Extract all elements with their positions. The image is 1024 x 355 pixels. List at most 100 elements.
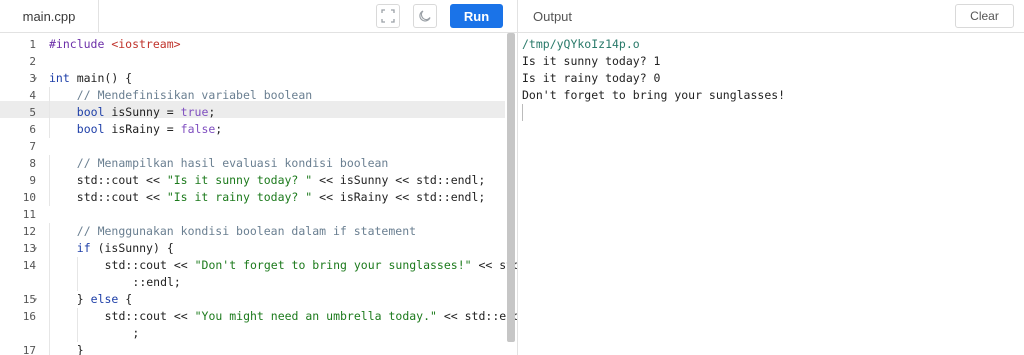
code-line[interactable]: std::cout << "You might need an umbrella…	[105, 308, 517, 325]
code-token: bool	[76, 122, 105, 136]
code-line[interactable]: ;	[132, 325, 139, 342]
fold-toggle-icon[interactable]: ▾	[33, 291, 38, 308]
code-line[interactable]: if (isSunny) {	[77, 240, 174, 257]
indent-guide	[49, 325, 50, 342]
line-number: 8	[29, 157, 36, 170]
indent-guide	[49, 308, 50, 325]
code-token: isRainy =	[104, 122, 181, 136]
indent-guide	[49, 274, 50, 291]
code-token: // Mendefinisikan variabel boolean	[76, 88, 313, 102]
code-token: std::cout <<	[104, 258, 195, 272]
indent-guide	[49, 342, 50, 355]
code-line[interactable]: ::endl;	[132, 274, 180, 291]
indent-guide	[49, 291, 50, 308]
line-number: 6	[29, 123, 36, 136]
code-token: }	[76, 292, 91, 306]
code-line[interactable]: std::cout << "Don't forget to bring your…	[105, 257, 517, 274]
code-line[interactable]: int main() {	[49, 70, 132, 87]
indent-guide	[76, 308, 78, 325]
code-token: int	[49, 71, 70, 85]
code-token: "Don't forget to bring your sunglasses!"	[194, 258, 472, 272]
fold-toggle-icon[interactable]: ▾	[33, 240, 38, 257]
code-line[interactable]: std::cout << "Is it rainy today? " << is…	[77, 189, 486, 206]
clear-button-label: Clear	[970, 9, 999, 23]
code-token: false	[180, 122, 216, 136]
line-number: 17	[22, 344, 36, 355]
code-token: bool	[76, 105, 105, 119]
file-tab-label: main.cpp	[22, 9, 76, 24]
fold-toggle-icon[interactable]: ▾	[33, 70, 38, 87]
indent-guide	[49, 104, 50, 121]
output-line: Is it sunny today? 1	[522, 54, 661, 68]
code-token: std::cout <<	[76, 173, 167, 187]
output-cursor	[522, 104, 523, 121]
run-button-label: Run	[463, 8, 490, 24]
output-line: Don't forget to bring your sunglasses!	[522, 88, 786, 102]
code-line[interactable]: #include <iostream>	[49, 36, 181, 53]
code-line[interactable]: }	[77, 342, 84, 355]
moon-icon	[419, 10, 431, 22]
indent-guide	[49, 189, 50, 206]
code-token: ;	[132, 326, 140, 340]
code-content[interactable]: #include <iostream> int main() {// Mendef…	[44, 33, 517, 355]
code-token: std::cout <<	[76, 190, 167, 204]
line-number: 16	[22, 310, 36, 323]
code-line[interactable]: // Menampilkan hasil evaluasi kondisi bo…	[77, 155, 389, 172]
code-token: // Menggunakan kondisi boolean dalam if …	[76, 224, 417, 238]
code-token: main() {	[69, 71, 133, 85]
code-token: std::cout <<	[104, 309, 195, 323]
code-token: "You might need an umbrella today."	[194, 309, 437, 323]
line-number: 14	[22, 259, 36, 272]
code-token: ::endl;	[132, 275, 181, 289]
output-path: /tmp/yQYkoIz14p.o	[522, 37, 640, 51]
line-number: 7	[29, 140, 36, 153]
code-token: isSunny =	[104, 105, 181, 119]
code-line[interactable]: bool isSunny = true;	[77, 104, 216, 121]
line-number: 11	[22, 208, 36, 221]
code-token: #include	[49, 37, 112, 51]
code-line[interactable]: // Mendefinisikan variabel boolean	[77, 87, 312, 104]
theme-toggle-button[interactable]	[413, 4, 437, 28]
indent-guide	[76, 325, 78, 342]
output-title: Output	[533, 9, 573, 24]
output-line: Is it rainy today? 0	[522, 71, 661, 85]
code-token: << std::endl	[443, 309, 517, 323]
code-token: ;	[208, 105, 216, 119]
code-editor[interactable]: 1 2 3 ▾ 4 5 6 7 8 9 10 11 12 13 ▾ 14 15 ▾ 16 17 #include <i…	[0, 33, 517, 355]
file-tab[interactable]: main.cpp	[0, 0, 99, 33]
indent-guide	[49, 87, 50, 104]
run-button[interactable]: Run	[450, 4, 503, 28]
line-number: 5	[29, 106, 36, 119]
code-token: "Is it sunny today? "	[166, 173, 313, 187]
line-number: 1	[29, 38, 36, 51]
code-token: "Is it rainy today? "	[166, 190, 313, 204]
output-panel: /tmp/yQYkoIz14p.o Is it sunny today? 1 Is…	[518, 33, 1024, 355]
fullscreen-icon	[381, 9, 395, 23]
code-token: // Menampilkan hasil evaluasi kondisi bo…	[76, 156, 389, 170]
code-token: ;	[215, 122, 223, 136]
fullscreen-button[interactable]	[376, 4, 400, 28]
indent-guide	[49, 223, 50, 240]
code-token: (isSunny) {	[90, 241, 174, 255]
code-token: {	[118, 292, 133, 306]
code-token: else	[90, 292, 119, 306]
code-token: }	[76, 343, 84, 355]
line-number: 9	[29, 174, 36, 187]
indent-guide	[49, 121, 50, 138]
indent-guide	[49, 155, 50, 172]
code-line[interactable]: // Menggunakan kondisi boolean dalam if …	[77, 223, 416, 240]
line-number: 10	[22, 191, 36, 204]
line-number: 4	[29, 89, 36, 102]
code-token: << isRainy << std::endl;	[312, 190, 486, 204]
code-token: <iostream>	[111, 37, 181, 51]
code-token: << isSunny << std::endl;	[312, 173, 486, 187]
code-line[interactable]: bool isRainy = false;	[77, 121, 222, 138]
indent-guide	[49, 240, 50, 257]
toolbar: main.cpp Run Output Clear	[0, 0, 1024, 33]
code-line[interactable]: std::cout << "Is it sunny today? " << is…	[77, 172, 486, 189]
clear-button[interactable]: Clear	[955, 4, 1014, 28]
code-token: true	[180, 105, 209, 119]
header-divider	[517, 0, 518, 33]
editor-scrollbar[interactable]	[507, 33, 515, 342]
code-line[interactable]: } else {	[77, 291, 132, 308]
